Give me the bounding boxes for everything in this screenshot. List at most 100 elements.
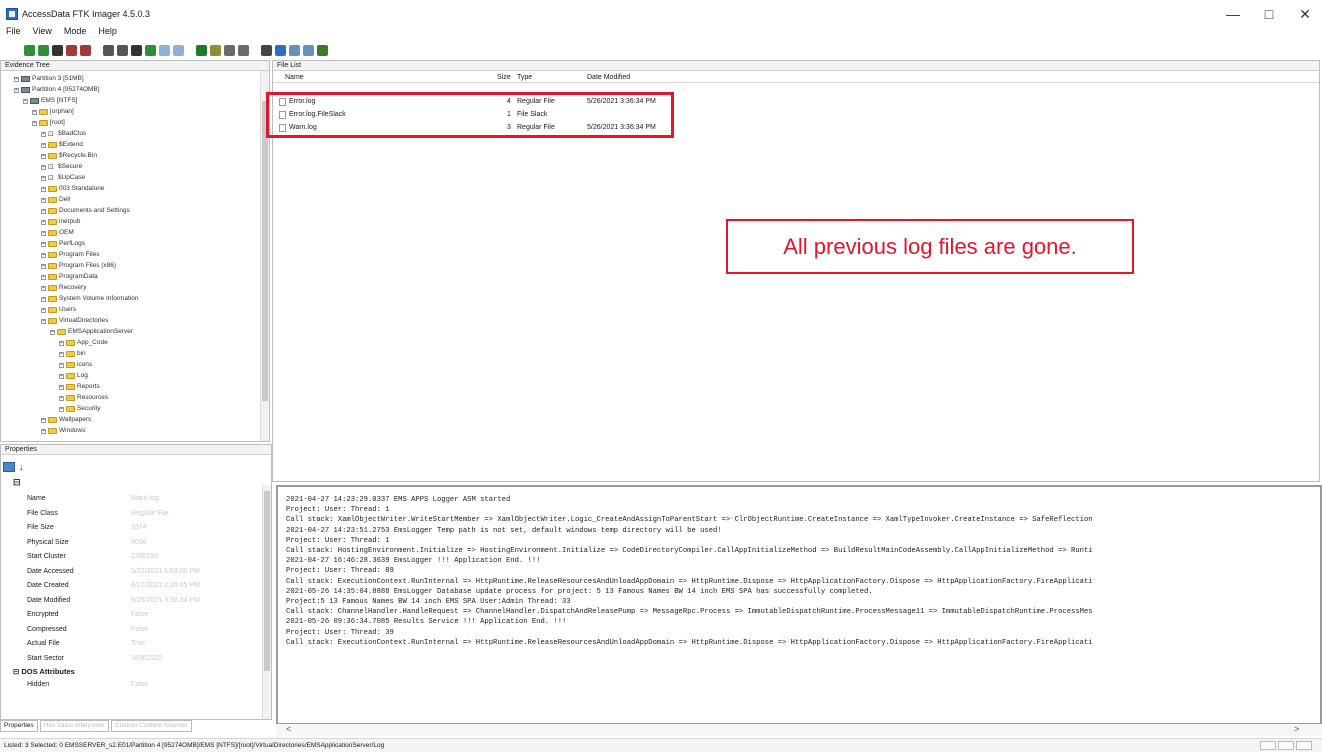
scroll-left-icon[interactable]: < (286, 724, 291, 734)
expand-icon[interactable]: + (41, 307, 46, 313)
tree-item[interactable]: + Resources (59, 394, 108, 402)
tree-item[interactable]: + Security (59, 405, 100, 413)
tree-item[interactable]: + bin (59, 350, 86, 358)
tree-item[interactable]: + Partition 4 [95274OMB] (14, 86, 100, 94)
tree-item[interactable]: + Documents and Settings (41, 207, 130, 215)
expand-icon[interactable]: + (14, 87, 19, 93)
property-row[interactable]: Date Created 4/27/2021 2:26:45 PM (27, 580, 257, 592)
properties-collapse-icon[interactable]: ⊟ (13, 477, 21, 488)
evidence-tree-scroll-thumb[interactable] (262, 101, 268, 401)
property-row[interactable]: Name Warn.log (27, 493, 257, 505)
tree-item[interactable]: + Windows (41, 427, 85, 435)
property-row[interactable]: File Class Regular File (27, 508, 257, 520)
expand-icon[interactable]: + (41, 164, 46, 170)
tree-item[interactable]: + $Recycle.Bin (41, 152, 97, 160)
tree-item[interactable]: + Program Files (x86) (41, 262, 116, 270)
expand-icon[interactable]: + (59, 362, 64, 368)
expand-icon[interactable]: + (41, 252, 46, 258)
tab-hex-value-interpreter[interactable]: Hex Value Interpreter (39, 720, 109, 732)
property-row[interactable]: File Size 3374 (27, 522, 257, 534)
property-row[interactable]: Actual File True (27, 638, 257, 650)
remove-all-evidence-icon[interactable] (80, 44, 91, 56)
menu-file[interactable]: File (6, 26, 21, 40)
expand-icon[interactable]: + (14, 76, 19, 82)
tree-item[interactable]: + Dell (41, 196, 70, 204)
capture-memory-icon[interactable] (210, 44, 221, 56)
minimize-button[interactable]: — (1226, 6, 1240, 23)
property-row[interactable]: Physical Size 4096 (27, 537, 257, 549)
expand-icon[interactable]: + (41, 274, 46, 280)
expand-icon[interactable]: + (41, 318, 46, 324)
expand-icon[interactable]: + (41, 197, 46, 203)
tree-item[interactable]: + PerfLogs (41, 240, 85, 248)
help-icon[interactable] (317, 44, 328, 56)
column-type[interactable]: Type (517, 74, 532, 81)
export-disk-image-icon[interactable] (117, 44, 128, 56)
categorized-view-icon[interactable] (3, 462, 15, 472)
tree-item[interactable]: + icons (59, 361, 92, 369)
detect-efs-icon[interactable] (238, 44, 249, 56)
property-row[interactable]: Date Modified 5/26/2021 3:36:34 PM (27, 595, 257, 607)
tree-item[interactable]: + ProgramData (41, 273, 98, 281)
expand-icon[interactable]: + (59, 406, 64, 412)
menu-help[interactable]: Help (98, 26, 117, 40)
expand-icon[interactable]: + (41, 219, 46, 225)
add-to-custom-content-icon[interactable] (145, 44, 156, 56)
property-row[interactable]: Compressed False (27, 624, 257, 636)
property-row-hidden[interactable]: Hidden False (27, 679, 257, 691)
create-disk-image-icon[interactable] (103, 44, 114, 56)
decrypt-icon[interactable] (173, 44, 184, 56)
menu-mode[interactable]: Mode (64, 26, 87, 40)
tree-item[interactable]: + Wallpapers (41, 416, 91, 424)
export-logical-image-icon[interactable] (131, 44, 142, 56)
properties-scrollbar[interactable] (262, 485, 271, 719)
tree-item[interactable]: +003 Standalone (41, 185, 105, 193)
verify-drive-icon[interactable] (196, 44, 207, 56)
expand-icon[interactable]: + (59, 384, 64, 390)
expand-icon[interactable]: + (59, 373, 64, 379)
property-row[interactable]: Encrypted False (27, 609, 257, 621)
remove-evidence-icon[interactable] (66, 44, 77, 56)
obtain-protected-files-icon[interactable] (224, 44, 235, 56)
expand-icon[interactable]: + (41, 428, 46, 434)
create-custom-content-icon[interactable] (159, 44, 170, 56)
expand-icon[interactable]: + (41, 131, 46, 137)
tree-item[interactable]: + inetpub (41, 218, 80, 226)
expand-icon[interactable]: + (50, 329, 55, 335)
property-row[interactable]: Date Accessed 5/27/2021 6:03:00 PM (27, 566, 257, 578)
tree-item[interactable]: + App_Code (59, 339, 108, 347)
expand-icon[interactable]: + (41, 296, 46, 302)
expand-icon[interactable]: + (41, 186, 46, 192)
tree-item[interactable]: + Users (41, 306, 76, 314)
property-row[interactable]: Start Sector 18362520 (27, 653, 257, 665)
image-mounting-icon[interactable] (52, 44, 63, 56)
expand-icon[interactable]: + (32, 120, 37, 126)
maximize-button[interactable]: □ (1262, 6, 1276, 23)
column-date-modified[interactable]: Date Modified (587, 74, 630, 81)
add-evidence-icon[interactable] (24, 44, 35, 56)
log-horizontal-scrollbar[interactable]: < > (276, 724, 1322, 736)
tree-item[interactable]: + ⊡ $BadClus (41, 130, 86, 138)
tree-item[interactable]: + OEM (41, 229, 74, 237)
expand-icon[interactable]: + (41, 285, 46, 291)
export-files-icon[interactable] (261, 44, 272, 56)
tree-item[interactable]: + [root] (32, 119, 65, 127)
column-size[interactable]: Size (497, 74, 511, 81)
expand-icon[interactable]: + (41, 208, 46, 214)
property-row[interactable]: Start Cluster 2295250 (27, 551, 257, 563)
menu-view[interactable]: View (33, 26, 52, 40)
expand-icon[interactable]: + (59, 340, 64, 346)
tree-item[interactable]: + $Extend (41, 141, 83, 149)
close-button[interactable]: ✕ (1298, 6, 1312, 23)
expand-icon[interactable]: + (41, 417, 46, 423)
tree-item[interactable]: + ⊡ $UpCase (41, 174, 85, 182)
add-to-custom-content-2-icon[interactable] (289, 44, 300, 56)
export-file-hash-icon[interactable] (275, 44, 286, 56)
tree-item[interactable]: + EMSApplicationServer (50, 328, 133, 336)
expand-icon[interactable]: + (23, 98, 28, 104)
tree-item[interactable]: + Partition 3 [51MB] (14, 75, 84, 83)
tree-item[interactable]: + EMS [NTFS] (23, 97, 77, 105)
expand-icon[interactable]: + (41, 230, 46, 236)
tree-item[interactable]: + Program Files (41, 251, 99, 259)
dos-attributes-category[interactable]: ⊟ DOS Attributes (13, 667, 75, 676)
